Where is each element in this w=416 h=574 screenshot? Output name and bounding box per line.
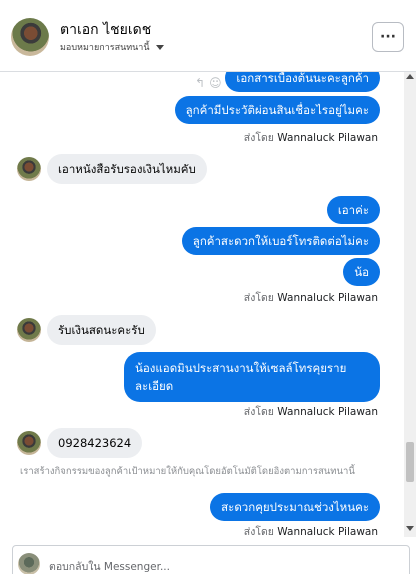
scroll-up-icon[interactable] — [406, 74, 414, 79]
sender-avatar[interactable] — [17, 431, 41, 455]
thread-scrollbar[interactable] — [404, 72, 416, 537]
message-bubble-incoming[interactable]: 0928423624 — [47, 428, 143, 458]
reply-icon[interactable]: ↰ — [195, 76, 205, 90]
message-thread[interactable]: เอกสารเบื้องต้นนะคะลูกค้า ↰ ☺ ลูกค้ามีปร… — [0, 72, 404, 537]
message-bubble-outgoing[interactable]: สะดวกคุยประมาณช่วงไหนคะ — [210, 493, 380, 521]
sent-by-label: ส่งโดย Wannaluck Pilawan — [243, 406, 378, 418]
chevron-down-icon — [155, 44, 164, 50]
message-bubble-outgoing[interactable]: เอกสารเบื้องต้นนะคะลูกค้า — [225, 72, 380, 92]
assign-label: มอบหมายการสนทนานี้ — [60, 43, 150, 53]
reply-input-placeholder[interactable]: ตอบกลับใน Messenger... — [49, 558, 170, 574]
contact-name[interactable]: ตาเอก ไชยเดช — [60, 19, 151, 41]
reply-composer[interactable]: ตอบกลับใน Messenger... — [12, 545, 410, 574]
scroll-down-icon[interactable] — [406, 526, 414, 531]
sent-by-label: ส่งโดย Wannaluck Pilawan — [243, 526, 378, 537]
message-bubble-incoming[interactable]: รับเงินสดนะคะรับ — [47, 315, 156, 345]
message-bubble-outgoing[interactable]: น้อ — [343, 258, 380, 286]
message-bubble-outgoing[interactable]: เอาค่ะ — [326, 196, 380, 224]
message-bubble-outgoing[interactable]: ลูกค้าสะดวกให้เบอร์โทรติดต่อไม่คะ — [181, 227, 380, 255]
message-bubble-outgoing[interactable]: ลูกค้ามีประวัติผ่อนสินเชื่อะไรอยู่ไมคะ — [174, 96, 380, 124]
sent-by-label: ส่งโดย Wannaluck Pilawan — [243, 132, 378, 144]
message-bubble-outgoing[interactable]: น้องแอดมินประสานงานให้เซลล์โทรคุยราย ละเ… — [124, 352, 380, 402]
sender-avatar[interactable] — [17, 157, 41, 181]
more-options-button[interactable]: ··· — [372, 22, 404, 52]
contact-avatar[interactable] — [11, 18, 49, 56]
more-icon: ··· — [380, 29, 396, 45]
system-activity-note: เราสร้างกิจกรรมของลูกค้าเป้าหมายให้กับคุ… — [20, 466, 355, 477]
scrollbar-thumb[interactable] — [406, 442, 414, 482]
assign-conversation-dropdown[interactable]: มอบหมายการสนทนานี้ — [60, 40, 164, 54]
emoji-icon[interactable]: ☺ — [209, 76, 222, 90]
conversation-header: ตาเอก ไชยเดช มอบหมายการสนทนานี้ ··· — [0, 0, 416, 72]
sent-by-label: ส่งโดย Wannaluck Pilawan — [243, 292, 378, 304]
message-bubble-incoming[interactable]: เอาหนังสือรับรองเงินไหมคับ — [47, 154, 207, 184]
page-avatar — [18, 553, 40, 574]
message-actions: ↰ ☺ — [195, 76, 222, 90]
sender-avatar[interactable] — [17, 318, 41, 342]
